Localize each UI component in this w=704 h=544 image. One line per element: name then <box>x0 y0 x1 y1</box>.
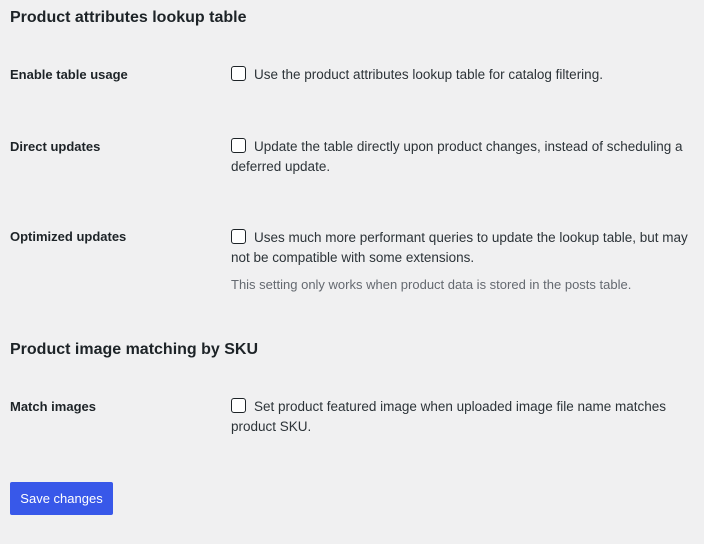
checkbox-direct-updates[interactable] <box>231 138 246 153</box>
field-optimized-updates: Uses much more performant queries to upd… <box>231 228 691 268</box>
description-optimized-updates: This setting only works when product dat… <box>231 277 632 292</box>
field-direct-updates: Update the table directly upon product c… <box>231 137 691 177</box>
label-match-images: Match images <box>10 399 96 414</box>
text-direct-updates: Update the table directly upon product c… <box>231 139 683 174</box>
label-optimized-updates: Optimized updates <box>10 229 127 244</box>
section-title-lookup-table: Product attributes lookup table <box>10 9 247 26</box>
text-enable-table-usage: Use the product attributes lookup table … <box>254 67 603 82</box>
label-enable-table-usage: Enable table usage <box>10 67 128 82</box>
checkbox-optimized-updates[interactable] <box>231 229 246 244</box>
checkbox-enable-table-usage[interactable] <box>231 66 246 81</box>
label-direct-updates: Direct updates <box>10 139 101 154</box>
checkbox-match-images[interactable] <box>231 398 246 413</box>
field-enable-table-usage: Use the product attributes lookup table … <box>231 65 691 85</box>
field-match-images: Set product featured image when uploaded… <box>231 397 691 437</box>
save-changes-button[interactable]: Save changes <box>10 482 113 515</box>
text-match-images: Set product featured image when uploaded… <box>231 399 667 434</box>
text-optimized-updates: Uses much more performant queries to upd… <box>231 230 688 265</box>
section-title-image-matching: Product image matching by SKU <box>10 341 259 358</box>
